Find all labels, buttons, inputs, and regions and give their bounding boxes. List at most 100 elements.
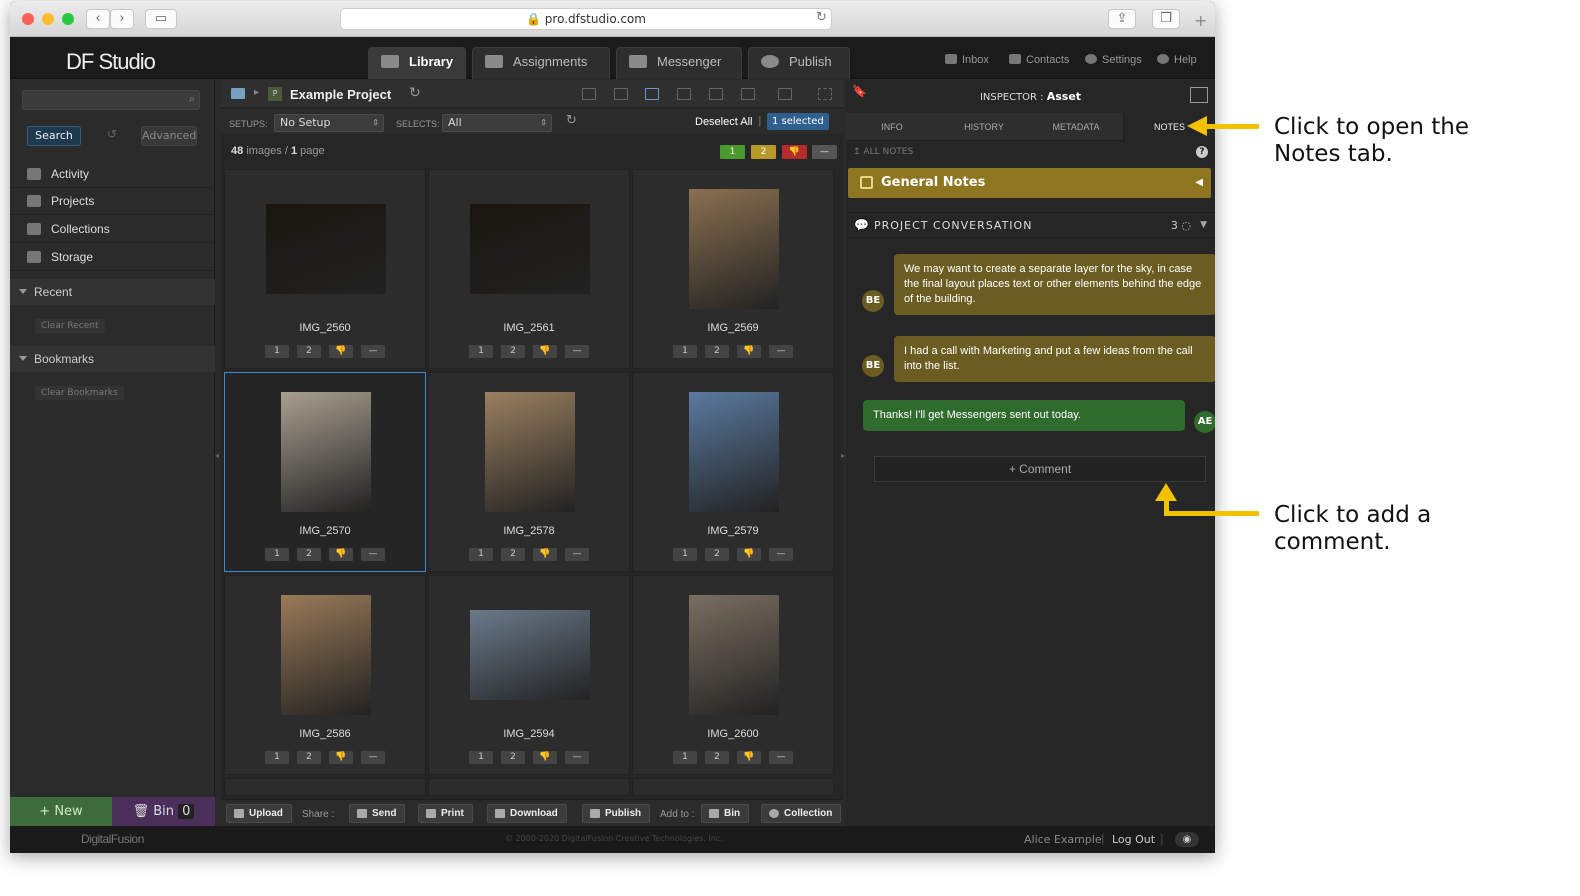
forward-button[interactable]: › — [110, 9, 134, 29]
image-cell[interactable]: IMG_2600 1 2 👎 — — [632, 575, 834, 775]
rating-button[interactable]: 1 — [469, 548, 493, 561]
add-comment-button[interactable]: + Comment — [874, 456, 1206, 482]
sidebar-item-projects[interactable]: Projects — [10, 188, 215, 215]
image-cell[interactable]: IMG_2560 1 2 👎 — — [224, 169, 426, 369]
add-to-bin-button[interactable]: Bin — [701, 804, 750, 823]
close-window-button[interactable] — [22, 13, 34, 25]
zoom-window-button[interactable] — [62, 13, 74, 25]
sidebar-item-storage[interactable]: Storage — [10, 244, 215, 271]
rating-button[interactable]: 1 — [265, 345, 289, 358]
bookmarks-section[interactable]: Bookmarks — [10, 346, 215, 372]
selected-count-badge[interactable]: 1 selected — [767, 113, 829, 130]
rating-button[interactable]: 1 — [673, 751, 697, 764]
image-thumbnail[interactable] — [470, 204, 590, 294]
rating-button[interactable]: 2 — [297, 345, 321, 358]
filter-rating-2[interactable]: 2 — [751, 145, 776, 159]
rating-button[interactable]: 👎 — [329, 751, 353, 764]
rating-button[interactable]: 👎 — [533, 751, 557, 764]
rating-button[interactable]: — — [361, 345, 385, 358]
clear-recent-button[interactable]: Clear Recent — [35, 319, 105, 333]
rating-button[interactable]: — — [769, 751, 793, 764]
search-button[interactable]: Search — [27, 126, 81, 146]
sidebar-toggle-button[interactable]: ▭ — [145, 9, 177, 29]
image-thumbnail[interactable] — [470, 610, 590, 700]
image-thumbnail[interactable] — [485, 392, 575, 512]
rating-button[interactable]: 2 — [501, 345, 525, 358]
rating-button[interactable]: — — [565, 345, 589, 358]
rating-button[interactable]: 👎 — [737, 548, 761, 561]
add-to-collection-button[interactable]: Collection — [761, 804, 842, 823]
rating-button[interactable]: 2 — [297, 548, 321, 561]
image-cell[interactable]: IMG_2594 1 2 👎 — — [428, 575, 630, 775]
refresh-selects-icon[interactable]: ↻ — [566, 113, 577, 128]
project-title[interactable]: Example Project — [290, 87, 391, 102]
large-grid-view-icon[interactable] — [677, 88, 691, 100]
rating-button[interactable]: 👎 — [533, 345, 557, 358]
filter-unrated[interactable]: — — [812, 145, 837, 159]
rating-button[interactable]: 1 — [673, 345, 697, 358]
tab-assignments[interactable]: Assignments — [472, 47, 610, 79]
publish-button[interactable]: Publish — [582, 804, 651, 823]
tabs-button[interactable]: ❐ — [1152, 9, 1180, 29]
rating-button[interactable]: 2 — [501, 548, 525, 561]
rating-button[interactable]: 2 — [705, 345, 729, 358]
rating-button[interactable]: 2 — [705, 751, 729, 764]
filter-rating-1[interactable]: 1 — [720, 145, 745, 159]
tab-library[interactable]: Library — [368, 47, 466, 79]
rating-button[interactable]: — — [769, 548, 793, 561]
image-cell[interactable]: IMG_2586 1 2 👎 — — [224, 575, 426, 775]
settings-link[interactable]: Settings — [1085, 54, 1142, 66]
bin-button[interactable]: 🗑 Bin 0 — [112, 797, 215, 826]
deselect-all-link[interactable]: Deselect All — [695, 116, 752, 128]
image-cell[interactable]: IMG_2570 1 2 👎 — — [224, 372, 426, 572]
rating-button[interactable]: — — [769, 345, 793, 358]
image-thumbnail[interactable] — [689, 595, 779, 715]
image-thumbnail[interactable] — [281, 595, 371, 715]
reload-icon[interactable]: ↻ — [816, 10, 827, 25]
help-icon[interactable]: ? — [1196, 146, 1208, 158]
help-link[interactable]: Help — [1157, 54, 1197, 66]
tab-metadata[interactable]: METADATA — [1030, 113, 1122, 141]
download-button[interactable]: Download — [487, 804, 567, 823]
image-cell[interactable]: IMG_2569 1 2 👎 — — [632, 169, 834, 369]
rating-button[interactable]: 👎 — [737, 345, 761, 358]
reset-search-icon[interactable]: ↺ — [107, 127, 117, 141]
rating-button[interactable]: 2 — [501, 751, 525, 764]
print-button[interactable]: Print — [418, 804, 473, 823]
right-splitter-handle[interactable]: ▸ — [841, 451, 845, 460]
advanced-search-button[interactable]: Advanced — [141, 126, 197, 146]
image-thumbnail[interactable] — [281, 392, 371, 512]
url-bar[interactable]: 🔒 pro.dfstudio.com — [340, 8, 832, 30]
compare-view-icon[interactable] — [741, 88, 755, 100]
fullscreen-icon[interactable] — [818, 88, 832, 100]
rating-button[interactable]: 1 — [469, 345, 493, 358]
image-thumbnail[interactable] — [689, 189, 779, 309]
rating-button[interactable]: 👎 — [737, 751, 761, 764]
rating-button[interactable]: — — [361, 751, 385, 764]
image-cell[interactable]: IMG_2561 1 2 👎 — — [428, 169, 630, 369]
inbox-link[interactable]: Inbox — [945, 54, 989, 66]
rating-button[interactable]: 2 — [297, 751, 321, 764]
single-view-icon[interactable] — [709, 88, 723, 100]
logout-link[interactable]: Log Out — [1112, 833, 1155, 846]
contacts-link[interactable]: Contacts — [1009, 54, 1069, 66]
share-button[interactable]: ⇪ — [1108, 9, 1136, 29]
send-button[interactable]: Send — [349, 804, 406, 823]
image-thumbnail[interactable] — [689, 392, 779, 512]
sidebar-item-collections[interactable]: Collections — [10, 216, 215, 243]
tab-publish[interactable]: Publish — [748, 47, 850, 79]
library-icon[interactable] — [231, 88, 245, 99]
image-cell-partial[interactable] — [224, 778, 426, 796]
rating-button[interactable]: 👎 — [329, 345, 353, 358]
rating-button[interactable]: 1 — [469, 751, 493, 764]
rating-button[interactable]: — — [565, 751, 589, 764]
rating-button[interactable]: 👎 — [533, 548, 557, 561]
tab-messenger[interactable]: Messenger — [616, 47, 742, 79]
new-tab-icon[interactable]: + — [1194, 11, 1207, 30]
minimize-window-button[interactable] — [42, 13, 54, 25]
project-conversation-header[interactable]: 💬 PROJECT CONVERSATION 3 ◌ ▼ — [846, 212, 1215, 238]
rating-button[interactable]: 2 — [705, 548, 729, 561]
eye-icon[interactable]: ◉ — [1175, 832, 1199, 847]
all-notes-link[interactable]: ↥ ALL NOTES — [853, 147, 913, 157]
sidebar-item-activity[interactable]: Activity — [10, 161, 215, 188]
